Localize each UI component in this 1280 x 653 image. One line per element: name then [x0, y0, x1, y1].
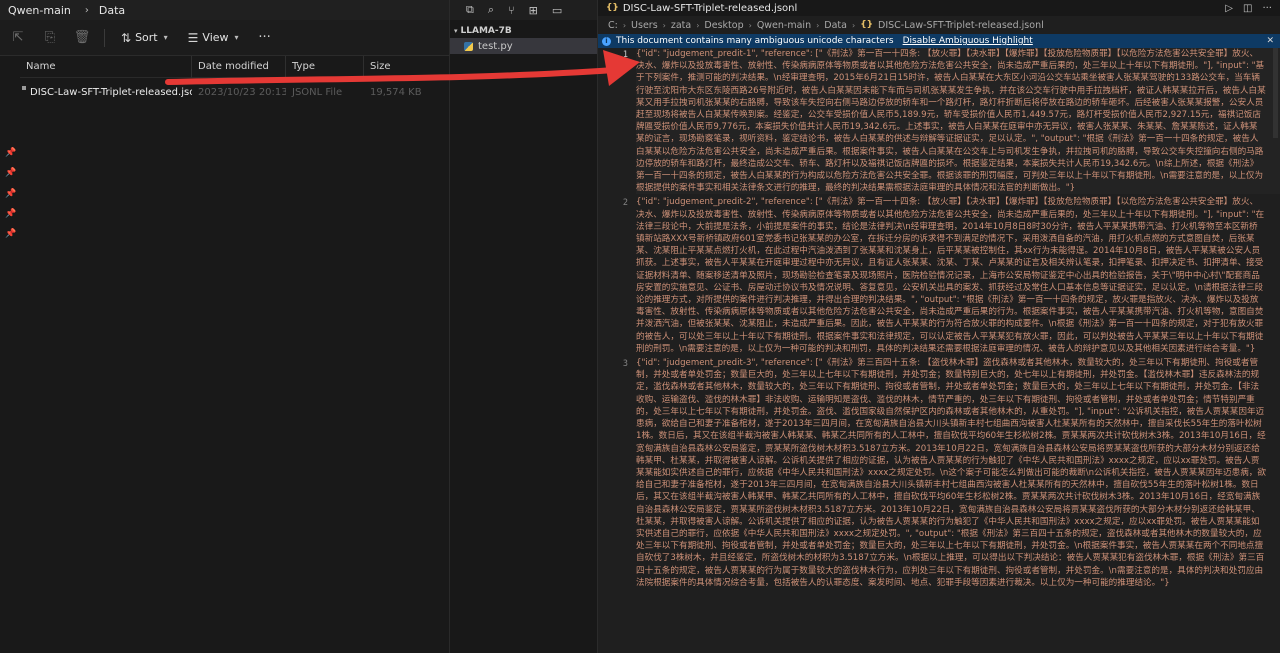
- chevron-down-icon: ▾: [234, 33, 239, 42]
- chevron-right-icon: ›: [622, 20, 627, 30]
- file-row[interactable]: DISC-Law-SFT-Triplet-released.jsonl 2023…: [20, 81, 449, 103]
- scrollbar-thumb[interactable]: [1273, 48, 1278, 138]
- editor-breadcrumb: C: › Users › zata › Desktop › Qwen-main …: [598, 16, 1280, 34]
- explorer-toolbar: ⇱ ⎘ 🗑 ⇅ Sort ▾ ☰ View ▾ ···: [0, 20, 449, 56]
- code-editor: {} DISC-Law-SFT-Triplet-released.jsonl ▷…: [598, 0, 1280, 653]
- chevron-right-icon: ›: [696, 20, 700, 30]
- workspace-section-header[interactable]: ▾ LLAMA-7B: [450, 20, 597, 38]
- explorer-address-bar[interactable]: Qwen-main › Data: [0, 0, 449, 20]
- file-type-cell: JSONL File: [292, 86, 343, 98]
- breadcrumb-item[interactable]: Data: [824, 20, 847, 31]
- view-label: View: [202, 31, 229, 44]
- tree-item-label: test.py: [478, 40, 513, 52]
- file-date-cell: 2023/10/23 20:13: [198, 86, 286, 98]
- pin-icon[interactable]: 📌: [5, 168, 16, 178]
- line-content[interactable]: {"id": "judgement_predit-2", "reference"…: [636, 196, 1280, 355]
- pin-icon[interactable]: 📌: [5, 209, 16, 219]
- line-content[interactable]: {"id": "judgement_predit-1", "reference"…: [636, 48, 1280, 194]
- pin-icon[interactable]: 📌: [5, 229, 16, 239]
- toolbar-divider: [104, 28, 105, 47]
- code-line[interactable]: 1 {"id": "judgement_predit-1", "referenc…: [598, 48, 1280, 194]
- line-number: 3: [622, 359, 628, 370]
- remote-icon[interactable]: ▭: [552, 4, 562, 17]
- search-icon[interactable]: ⌕: [488, 3, 494, 17]
- chevron-right-icon: ›: [748, 20, 752, 30]
- breadcrumb-data[interactable]: Data: [99, 4, 125, 17]
- view-list-icon: ☰: [187, 30, 199, 45]
- banner-text: This document contains many ambiguous un…: [616, 36, 894, 46]
- file-name-cell: DISC-Law-SFT-Triplet-released.jsonl: [20, 85, 192, 99]
- close-icon[interactable]: ✕: [1266, 36, 1274, 46]
- run-icon[interactable]: ▷: [1225, 3, 1233, 14]
- breadcrumb-item[interactable]: Desktop: [704, 20, 743, 31]
- json-file-icon: {}: [860, 20, 874, 30]
- vscode-panel-actions: ⧉ ⌕ ⑂ ⊞ ▭: [450, 0, 597, 20]
- column-header-size[interactable]: Size: [364, 56, 444, 78]
- breadcrumb-item[interactable]: Users: [631, 20, 658, 31]
- vscode-explorer-panel: ⧉ ⌕ ⑂ ⊞ ▭ ▾ LLAMA-7B test.py: [450, 0, 598, 653]
- line-number: 2: [622, 198, 628, 209]
- file-name: DISC-Law-SFT-Triplet-released.jsonl: [30, 86, 192, 98]
- breadcrumb-qwen-main[interactable]: Qwen-main: [8, 4, 71, 17]
- code-line[interactable]: 3 {"id": "judgement_predit-3", "referenc…: [598, 357, 1280, 589]
- line-content[interactable]: {"id": "judgement_predit-3", "reference"…: [636, 357, 1280, 589]
- file-size-cell: 19,574 KB: [370, 86, 422, 98]
- navigation-pane: 📌 📌 📌 📌 📌: [0, 56, 20, 653]
- chevron-right-icon: ›: [84, 4, 89, 16]
- code-line[interactable]: 2 {"id": "judgement_predit-2", "referenc…: [598, 196, 1280, 355]
- breadcrumb-item[interactable]: C:: [608, 20, 618, 31]
- split-editor-icon[interactable]: ◫: [1243, 3, 1252, 14]
- chevron-right-icon: ›: [851, 20, 856, 30]
- source-control-icon[interactable]: ⑂: [508, 4, 515, 17]
- python-file-icon: [464, 41, 473, 51]
- line-number: 1: [622, 50, 628, 60]
- breadcrumb-item[interactable]: DISC-Law-SFT-Triplet-released.jsonl: [878, 20, 1044, 31]
- workspace-title: LLAMA-7B: [460, 26, 512, 36]
- editor-tab[interactable]: DISC-Law-SFT-Triplet-released.jsonl: [623, 3, 797, 14]
- code-area[interactable]: 1 {"id": "judgement_predit-1", "referenc…: [598, 48, 1280, 653]
- pin-icon[interactable]: 📌: [5, 189, 16, 199]
- delete-icon[interactable]: 🗑: [70, 26, 94, 50]
- rename-icon[interactable]: ⎘: [38, 26, 62, 50]
- sort-label: Sort: [135, 31, 158, 44]
- more-options-icon[interactable]: ···: [253, 26, 277, 50]
- breadcrumb-item[interactable]: Qwen-main: [757, 20, 811, 31]
- file-list-headers: Name Date modified Type Size: [20, 55, 449, 78]
- column-header-type[interactable]: Type: [286, 55, 364, 78]
- file-explorer-window: Qwen-main › Data ⇱ ⎘ 🗑 ⇅ Sort ▾ ☰ View ▾…: [0, 0, 450, 653]
- file-list: Name Date modified Type Size DISC-Law-SF…: [20, 55, 449, 653]
- ambiguous-unicode-banner: i This document contains many ambiguous …: [598, 34, 1280, 48]
- files-icon[interactable]: ⧉: [466, 3, 474, 17]
- chevron-right-icon: ›: [816, 20, 820, 30]
- share-icon[interactable]: ⇱: [6, 26, 30, 50]
- json-file-icon: {}: [606, 3, 619, 13]
- chevron-down-icon: ▾: [163, 33, 168, 42]
- extensions-icon[interactable]: ⊞: [529, 4, 538, 17]
- editor-tab-bar: {} DISC-Law-SFT-Triplet-released.jsonl ▷…: [598, 0, 1280, 16]
- chevron-right-icon: ›: [662, 20, 666, 30]
- disable-ambiguous-highlight-link[interactable]: Disable Ambiguous Highlight: [903, 36, 1033, 46]
- pin-icon[interactable]: 📌: [5, 148, 16, 158]
- tree-item-test-py[interactable]: test.py: [450, 38, 597, 54]
- more-actions-icon[interactable]: ···: [1262, 3, 1272, 14]
- column-header-name[interactable]: Name: [20, 55, 192, 78]
- view-button[interactable]: ☰ View ▾: [178, 25, 249, 51]
- editor-actions: ▷ ◫ ···: [1225, 3, 1280, 14]
- breadcrumb-item[interactable]: zata: [671, 20, 691, 31]
- sort-icon: ⇅: [121, 30, 132, 45]
- chevron-down-icon: ▾: [454, 27, 458, 35]
- info-icon: i: [602, 36, 611, 46]
- sort-button[interactable]: ⇅ Sort ▾: [111, 25, 178, 51]
- column-header-date-modified[interactable]: Date modified: [192, 55, 286, 78]
